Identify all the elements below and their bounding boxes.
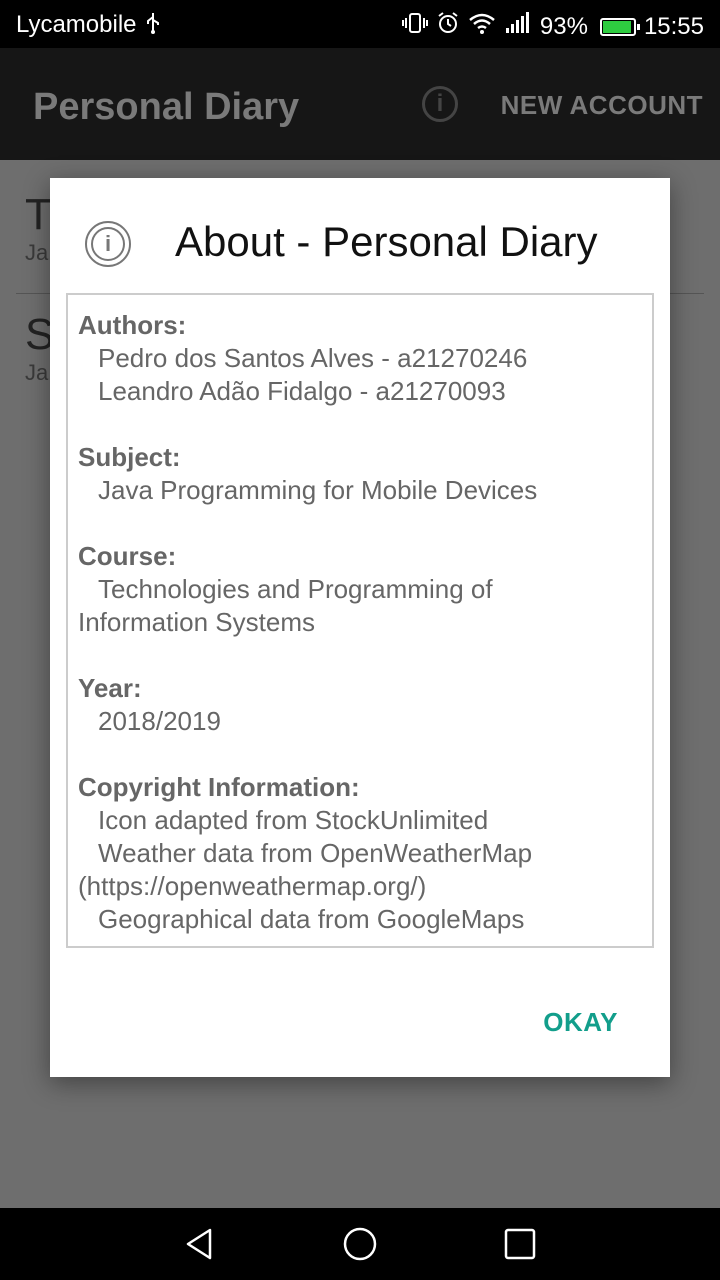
okay-button[interactable]: OKAY xyxy=(543,1007,618,1038)
vibrate-icon xyxy=(401,11,428,42)
app-title: Personal Diary xyxy=(33,86,300,128)
course-value-line1: Technologies and Programming of xyxy=(98,574,493,604)
signal-icon xyxy=(504,11,532,42)
home-icon[interactable] xyxy=(342,1226,378,1262)
status-bar: Lycamobile 93% 15:55 xyxy=(0,0,720,48)
subject-label: Subject: xyxy=(78,442,181,472)
about-dialog: i About - Personal Diary Authors: Pedro … xyxy=(50,178,670,1077)
recents-icon[interactable] xyxy=(502,1226,538,1262)
wifi-icon xyxy=(468,11,496,42)
copyright-label: Copyright Information: xyxy=(78,772,360,802)
battery-percent: 93% xyxy=(539,12,588,40)
battery-icon xyxy=(599,17,640,36)
dialog-title: About - Personal Diary xyxy=(175,218,598,265)
copyright-line: (https://openweathermap.org/) xyxy=(78,871,427,901)
copyright-line: Weather data from OpenWeatherMap xyxy=(98,838,533,868)
course-label: Course: xyxy=(78,541,177,571)
about-content[interactable]: Authors: Pedro dos Santos Alves - a21270… xyxy=(66,293,654,948)
list-item[interactable]: T Ja xyxy=(25,190,52,266)
subject-value: Java Programming for Mobile Devices xyxy=(98,475,538,505)
list-item-date: Ja xyxy=(25,240,49,265)
battery-fill xyxy=(602,20,631,33)
alarm-icon xyxy=(436,11,460,42)
back-icon[interactable] xyxy=(182,1226,218,1262)
clock: 15:55 xyxy=(643,12,704,40)
year-label: Year: xyxy=(78,673,142,703)
navigation-bar xyxy=(0,1208,720,1280)
copyright-line: Geographical data from GoogleMaps xyxy=(98,904,525,934)
usb-icon xyxy=(144,11,162,42)
list-item-title: T xyxy=(25,190,52,239)
course-value-line2: Information Systems xyxy=(78,607,315,637)
info-icon[interactable]: i xyxy=(422,86,458,122)
author-name: Pedro dos Santos Alves - a21270246 xyxy=(98,343,528,373)
carrier-name: Lycamobile xyxy=(16,11,137,38)
authors-label: Authors: xyxy=(78,310,187,340)
info-icon: i xyxy=(85,221,131,267)
app-bar: Personal Diary i NEW ACCOUNT xyxy=(0,48,720,160)
copyright-line: Icon adapted from StockUnlimited xyxy=(98,805,489,835)
new-account-button[interactable]: NEW ACCOUNT xyxy=(501,90,703,121)
year-value: 2018/2019 xyxy=(98,706,221,736)
author-name: Leandro Adão Fidalgo - a21270093 xyxy=(98,376,506,406)
